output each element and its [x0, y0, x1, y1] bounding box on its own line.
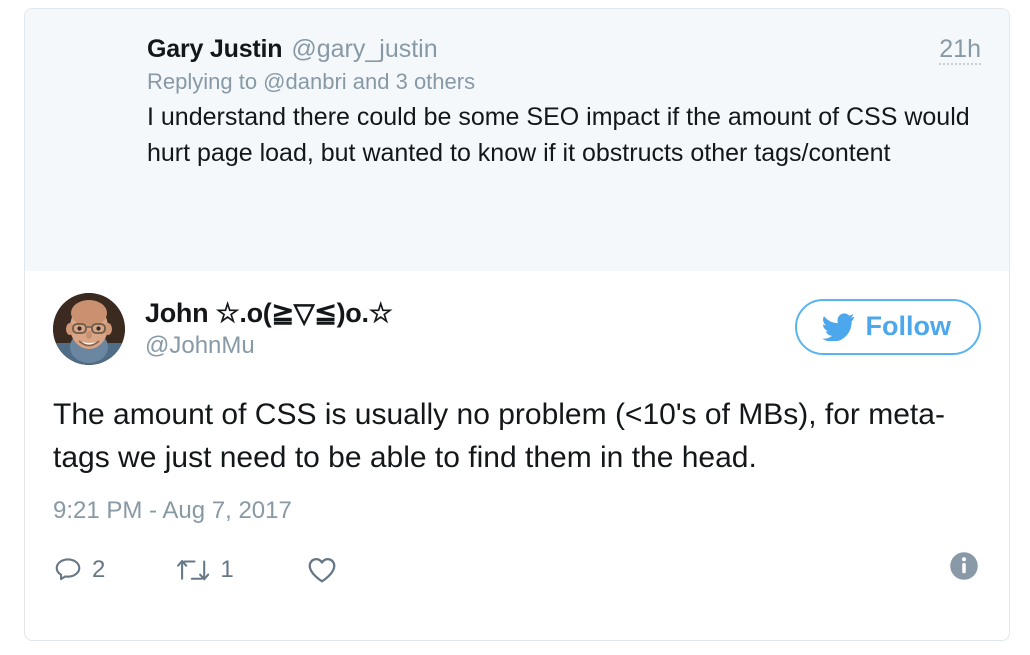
parent-author-names: Gary Justin @gary_justin: [147, 35, 438, 64]
like-action[interactable]: [306, 555, 347, 585]
info-button[interactable]: [949, 551, 979, 581]
main-tweet-header: John ☆.o(≧▽≦)o.☆ @JohnMu Follow: [53, 293, 981, 365]
follow-button-label: Follow: [865, 311, 951, 341]
info-icon: [950, 552, 978, 581]
parent-tweet-timestamp[interactable]: 21h: [939, 36, 981, 66]
follow-button[interactable]: Follow: [794, 299, 981, 355]
reply-action[interactable]: 2: [53, 555, 105, 585]
retweet-count: 1: [220, 556, 234, 584]
parent-author-handle[interactable]: @gary_justin: [291, 35, 437, 64]
tweet-action-bar: 2 1: [53, 549, 981, 591]
main-author-text: John ☆.o(≧▽≦)o.☆ @JohnMu: [145, 293, 393, 361]
main-tweet: John ☆.o(≧▽≦)o.☆ @JohnMu Follow The amou…: [25, 271, 1009, 612]
retweet-action[interactable]: 1: [177, 555, 234, 585]
heart-icon: [308, 558, 336, 583]
avatar-photo-icon: [53, 293, 125, 365]
reply-count: 2: [92, 556, 106, 584]
main-author-name[interactable]: John ☆.o(≧▽≦)o.☆: [145, 298, 393, 330]
main-tweet-text: The amount of CSS is usually no problem …: [53, 398, 945, 475]
replying-to-label[interactable]: Replying to @danbri and 3 others: [147, 69, 981, 95]
main-author-block: John ☆.o(≧▽≦)o.☆ @JohnMu: [53, 293, 393, 365]
twitter-bird-icon: [821, 312, 854, 341]
avatar[interactable]: [53, 293, 125, 365]
parent-tweet: Gary Justin @gary_justin 21h Replying to…: [25, 9, 1009, 271]
parent-tweet-text: I understand there could be some SEO imp…: [147, 103, 970, 167]
parent-tweet-header: Gary Justin @gary_justin 21h: [147, 35, 981, 66]
main-author-handle[interactable]: @JohnMu: [145, 331, 393, 361]
main-tweet-timestamp[interactable]: 9:21 PM - Aug 7, 2017: [53, 497, 981, 525]
parent-author-name[interactable]: Gary Justin: [147, 35, 283, 64]
tweet-embed-card: Gary Justin @gary_justin 21h Replying to…: [24, 8, 1010, 641]
reply-icon: [55, 558, 81, 581]
retweet-icon: [177, 560, 210, 581]
